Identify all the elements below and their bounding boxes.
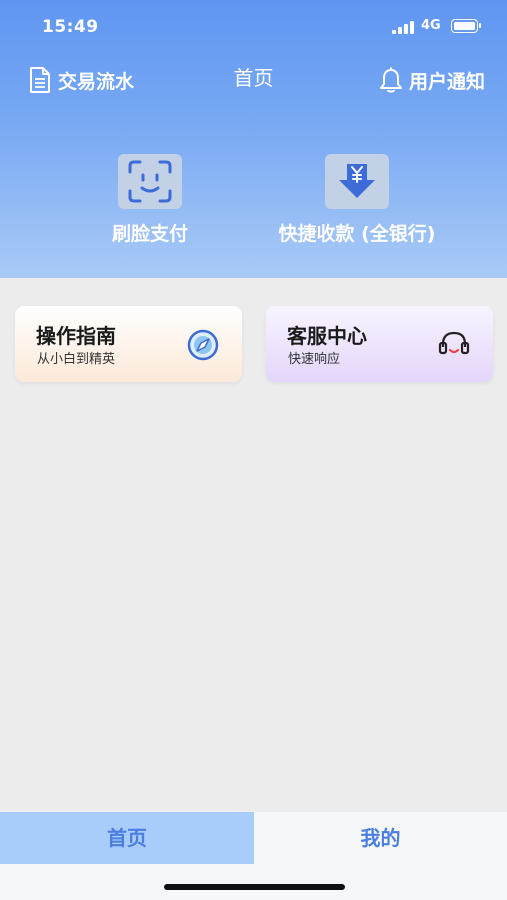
status-bar: 15:49 4G [0, 0, 507, 52]
customer-service-subtitle: 快速响应 [288, 352, 341, 367]
user-notification-label: 用户通知 [408, 70, 485, 93]
customer-service-title: 客服中心 [287, 324, 367, 348]
home-indicator [164, 884, 345, 890]
operation-guide-subtitle: 从小白到精英 [37, 352, 116, 367]
network-type: 4G [421, 18, 441, 33]
operation-guide-card[interactable]: 操作指南 从小白到精英 [15, 306, 242, 382]
battery-icon [451, 19, 481, 33]
face-pay-label: 刷脸支付 [111, 223, 188, 245]
quick-collect-button[interactable]: 快捷收款 (全银行) [257, 154, 457, 246]
tab-home[interactable]: 首页 [0, 812, 254, 864]
yen-download-icon [325, 154, 389, 209]
quick-collect-label: 快捷收款 (全银行) [278, 223, 436, 245]
status-time: 15:49 [42, 17, 99, 37]
headset-icon [438, 331, 470, 355]
signal-icon [392, 20, 416, 34]
customer-service-card[interactable]: 客服中心 快速响应 [266, 306, 493, 382]
face-pay-button[interactable]: 刷脸支付 [50, 154, 250, 246]
compass-icon [187, 329, 219, 361]
user-notification-button[interactable]: 用户通知 [377, 64, 485, 96]
tab-mine[interactable]: 我的 [254, 812, 507, 864]
face-scan-icon [118, 154, 182, 209]
operation-guide-title: 操作指南 [36, 324, 116, 348]
bell-icon [379, 67, 402, 93]
